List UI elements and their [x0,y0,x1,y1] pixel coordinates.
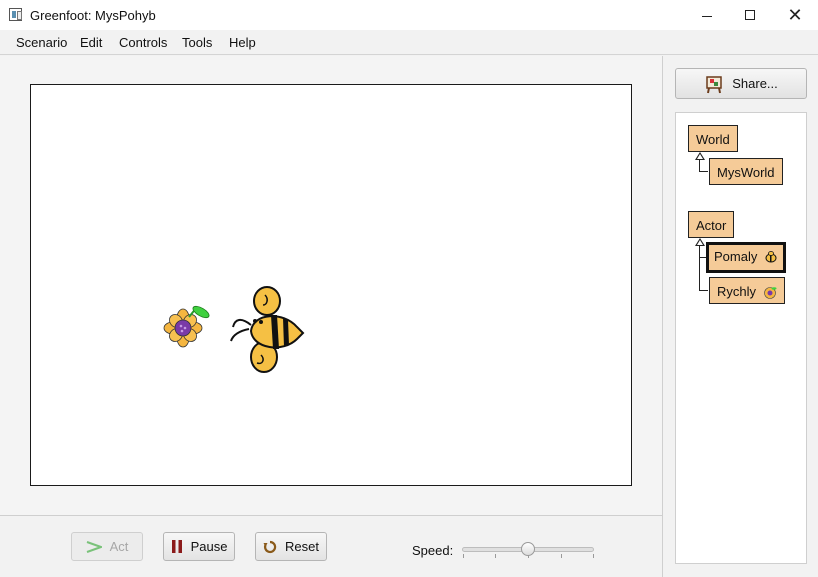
tree-connector [699,246,700,291]
tree-connector [699,290,708,291]
menu-bar: Scenario Edit Controls Tools Help [0,31,818,55]
pause-button[interactable]: Pause [163,532,235,561]
inheritance-arrow-icon [695,152,705,160]
reset-button[interactable]: Reset [255,532,327,561]
slider-tick [593,554,594,558]
class-mysworld-label: MysWorld [717,165,775,180]
class-pomaly-label: Pomaly [714,249,758,264]
world-canvas[interactable] [30,84,632,486]
menu-scenario[interactable]: Scenario [16,35,67,50]
reset-icon [263,540,277,553]
menu-tools[interactable]: Tools [182,35,212,50]
share-button[interactable]: Share... [675,68,807,99]
easel-share-icon [706,75,722,93]
class-world[interactable]: World [688,125,738,152]
slider-tick [463,554,464,558]
class-rychly-label: Rychly [717,284,757,299]
panel-divider [662,56,663,577]
act-arrow-icon [86,540,102,553]
tree-connector [699,171,708,172]
class-world-label: World [696,132,730,147]
menu-edit[interactable]: Edit [80,35,102,50]
class-actor-label: Actor [696,218,727,233]
speed-label: Speed: [412,543,454,558]
act-label: Act [109,539,129,554]
share-label: Share... [732,76,778,91]
window-title: Greenfoot: MysPohyb [30,8,156,23]
inheritance-arrow-icon [695,238,705,246]
maximize-button[interactable] [727,0,773,30]
maximize-icon [745,10,755,20]
close-icon: ✕ [787,5,803,25]
class-diagram-panel: World MysWorld Actor Pomaly Rychly [675,112,807,564]
greenfoot-app-icon [9,8,22,21]
menu-controls[interactable]: Controls [119,35,167,50]
slider-tick [495,554,496,558]
speed-slider-thumb[interactable] [521,542,535,556]
minimize-icon [702,15,712,17]
class-mysworld[interactable]: MysWorld [709,158,783,185]
bee-icon [765,250,777,263]
flower-icon [763,286,777,299]
reset-label: Reset [285,539,319,554]
menu-help[interactable]: Help [229,35,256,50]
minimize-button[interactable] [684,0,730,30]
close-button[interactable]: ✕ [772,0,818,30]
title-bar: Greenfoot: MysPohyb ✕ [0,0,818,30]
pause-icon [171,540,182,553]
class-pomaly[interactable]: Pomaly [706,242,786,273]
class-rychly[interactable]: Rychly [709,277,785,304]
controls-divider [0,515,662,516]
bee-icon[interactable] [227,283,305,379]
act-button[interactable]: Act [71,532,143,561]
flower-icon[interactable] [163,295,211,351]
pause-label: Pause [190,539,228,554]
slider-tick [561,554,562,558]
class-actor[interactable]: Actor [688,211,735,238]
